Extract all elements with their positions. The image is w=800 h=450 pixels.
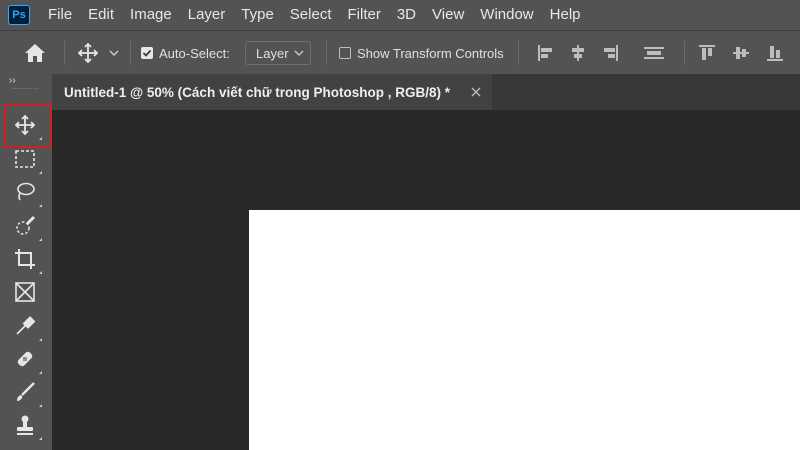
menu-3d[interactable]: 3D	[389, 0, 424, 30]
align-horizontal-center-icon[interactable]	[569, 31, 587, 75]
chevron-down-icon	[294, 45, 304, 64]
panel-grip[interactable]	[12, 88, 38, 92]
menu-help[interactable]: Help	[542, 0, 589, 30]
options-bar: Auto-Select: Layer Show Transform Contro…	[0, 30, 800, 74]
options-separator	[518, 41, 519, 65]
auto-select-checkbox[interactable]	[141, 47, 153, 59]
collapse-panel-button[interactable]: ››	[9, 75, 16, 86]
crop-tool-icon[interactable]	[10, 244, 42, 274]
menu-image[interactable]: Image	[122, 0, 180, 30]
home-icon[interactable]	[24, 31, 46, 75]
menu-edit[interactable]: Edit	[80, 0, 122, 30]
align-vertical-center-icon[interactable]	[732, 31, 750, 75]
move-tool-icon[interactable]	[77, 31, 99, 75]
align-top-icon[interactable]	[698, 31, 716, 75]
menu-layer[interactable]: Layer	[180, 0, 234, 30]
healing-brush-tool-icon[interactable]	[10, 344, 42, 374]
document-tab[interactable]: Untitled-1 @ 50% (Cách viết chữ trong Ph…	[52, 74, 492, 110]
auto-select-option[interactable]: Auto-Select:	[141, 31, 230, 75]
menu-type[interactable]: Type	[233, 0, 282, 30]
align-left-icon[interactable]	[536, 31, 554, 75]
document-tab-title: Untitled-1 @ 50% (Cách viết chữ trong Ph…	[64, 84, 450, 100]
options-separator	[64, 41, 65, 65]
lasso-tool-icon[interactable]	[10, 177, 42, 207]
brush-tool-icon[interactable]	[10, 377, 42, 407]
quick-selection-tool-icon[interactable]	[10, 211, 42, 241]
clone-stamp-tool-icon[interactable]	[10, 410, 42, 440]
menu-select[interactable]: Select	[282, 0, 340, 30]
document-tab-bar: Untitled-1 @ 50% (Cách viết chữ trong Ph…	[52, 74, 800, 110]
photoshop-logo: Ps	[8, 5, 30, 25]
show-transform-option[interactable]: Show Transform Controls	[339, 31, 504, 75]
align-bottom-icon[interactable]	[766, 31, 784, 75]
options-separator	[130, 41, 131, 65]
auto-select-target-value: Layer	[256, 45, 289, 61]
eyedropper-tool-icon[interactable]	[10, 311, 42, 341]
menu-bar: Ps File Edit Image Layer Type Select Fil…	[0, 0, 800, 30]
close-icon[interactable]	[468, 84, 484, 100]
show-transform-label: Show Transform Controls	[357, 45, 504, 61]
menu-file[interactable]: File	[40, 0, 80, 30]
selected-tool-highlight	[4, 104, 52, 148]
align-right-icon[interactable]	[602, 31, 620, 75]
show-transform-checkbox[interactable]	[339, 47, 351, 59]
options-separator	[326, 41, 327, 65]
menu-view[interactable]: View	[424, 0, 472, 30]
menu-window[interactable]: Window	[472, 0, 541, 30]
frame-tool-icon[interactable]	[10, 277, 40, 307]
auto-select-target-dropdown[interactable]: Layer	[245, 41, 311, 65]
document-canvas[interactable]	[249, 210, 800, 450]
options-separator	[684, 41, 685, 65]
align-middle-icon[interactable]	[643, 31, 665, 75]
menu-filter[interactable]: Filter	[340, 0, 389, 30]
marquee-tool-icon[interactable]	[10, 144, 42, 174]
chevron-down-icon[interactable]	[109, 31, 119, 75]
auto-select-label: Auto-Select:	[159, 45, 230, 61]
